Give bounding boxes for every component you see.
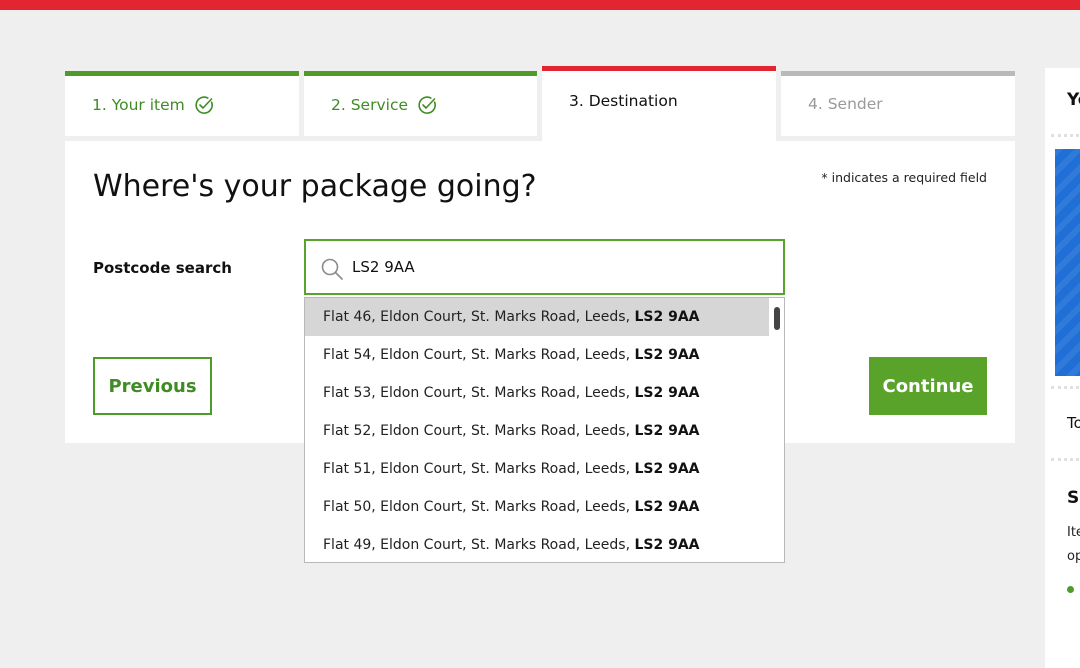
address-suggestion[interactable]: Flat 52, Eldon Court, St. Marks Road, Le… xyxy=(305,412,769,450)
stamp-image xyxy=(1055,149,1080,376)
address-suggestion[interactable]: Flat 51, Eldon Court, St. Marks Road, Le… xyxy=(305,450,769,488)
order-summary-panel: Yo To Se Ite op xyxy=(1045,68,1080,668)
postcode-search-input[interactable] xyxy=(352,241,772,293)
address-suggestions-list[interactable]: Flat 46, Eldon Court, St. Marks Road, Le… xyxy=(304,297,785,563)
summary-text: Ite xyxy=(1067,525,1080,540)
postcode-search-box[interactable] xyxy=(304,239,785,295)
divider xyxy=(1051,134,1080,137)
address-suggestion[interactable]: Flat 53, Eldon Court, St. Marks Road, Le… xyxy=(305,374,769,412)
check-circle-icon xyxy=(195,96,213,114)
address-suggestion[interactable]: Flat 49, Eldon Court, St. Marks Road, Le… xyxy=(305,526,769,562)
divider xyxy=(1051,458,1080,461)
step-service[interactable]: 2. Service xyxy=(304,71,537,136)
brand-top-bar xyxy=(0,0,1080,10)
dropdown-scrollbar[interactable] xyxy=(774,307,780,330)
step-progress-bar xyxy=(65,71,299,76)
required-field-note: * indicates a required field xyxy=(821,170,987,185)
summary-heading: Yo xyxy=(1067,90,1080,110)
bullet-dot xyxy=(1067,586,1074,593)
step-your-item[interactable]: 1. Your item xyxy=(65,71,299,136)
search-icon xyxy=(321,258,343,280)
step-sender: 4. Sender xyxy=(781,71,1015,136)
summary-total-label: To xyxy=(1067,414,1080,432)
divider xyxy=(1051,386,1080,389)
page-title: Where's your package going? xyxy=(93,169,537,204)
step-progress-bar xyxy=(304,71,537,76)
step-progress-bar xyxy=(542,66,776,71)
address-suggestion[interactable]: Flat 50, Eldon Court, St. Marks Road, Le… xyxy=(305,488,769,526)
check-circle-icon xyxy=(418,96,436,114)
postcode-search-label: Postcode search xyxy=(93,259,232,277)
step-label: 4. Sender xyxy=(808,95,883,113)
step-label: 2. Service xyxy=(331,96,409,114)
step-destination: 3. Destination xyxy=(542,66,776,141)
continue-button[interactable]: Continue xyxy=(869,357,987,415)
address-suggestion[interactable]: Flat 46, Eldon Court, St. Marks Road, Le… xyxy=(305,298,769,336)
step-label: 3. Destination xyxy=(569,92,678,110)
step-label: 1. Your item xyxy=(92,96,185,114)
summary-section-heading: Se xyxy=(1067,488,1080,508)
address-suggestion[interactable]: Flat 54, Eldon Court, St. Marks Road, Le… xyxy=(305,336,769,374)
summary-text: op xyxy=(1067,549,1080,564)
previous-button[interactable]: Previous xyxy=(93,357,212,415)
step-progress-bar xyxy=(781,71,1015,76)
